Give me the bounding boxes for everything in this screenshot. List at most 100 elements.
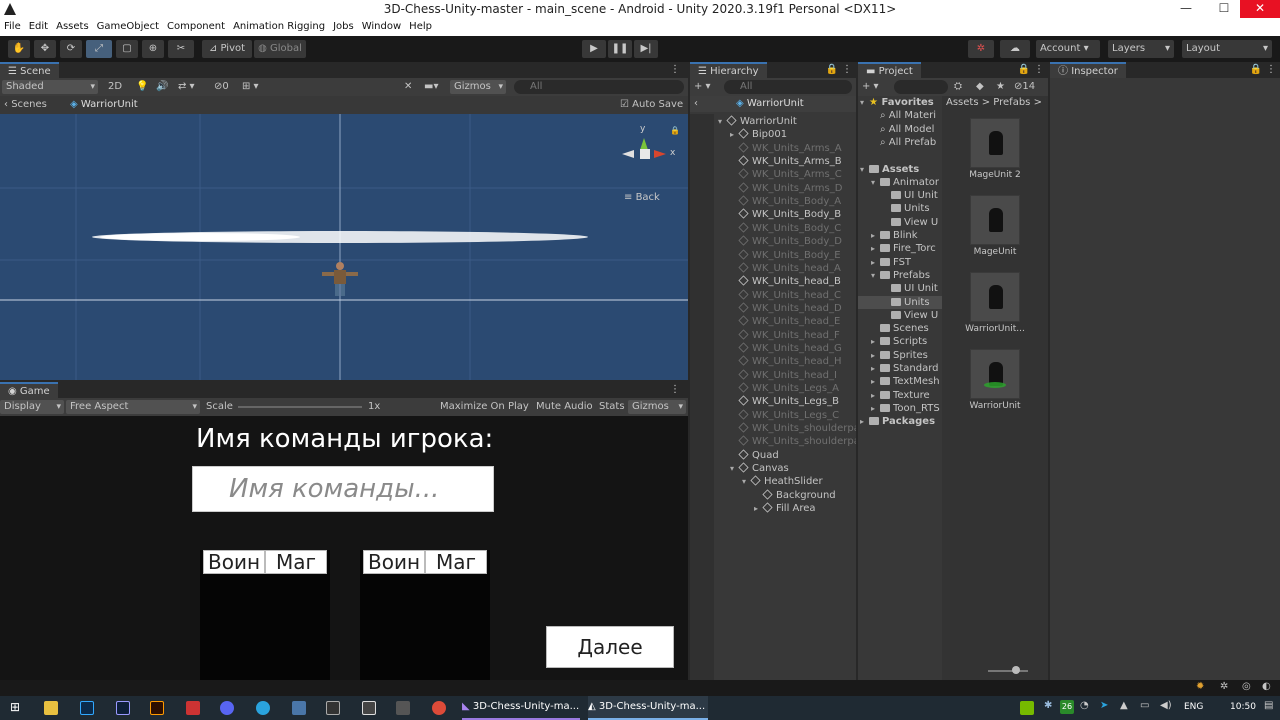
hand-tool-icon[interactable]: ✋ bbox=[8, 40, 30, 58]
pause-button[interactable]: ❚❚ bbox=[608, 40, 632, 58]
inspector-lock-icon[interactable]: 🔒 bbox=[1250, 62, 1262, 78]
project-folder-item[interactable]: Units bbox=[858, 295, 942, 309]
prefab-thumbnail[interactable] bbox=[970, 118, 1020, 168]
autosave-toggle[interactable]: ☑ Auto Save bbox=[620, 96, 683, 114]
hierarchy-item[interactable]: WK_Units_Body_B bbox=[730, 208, 856, 221]
expand-arrow-icon[interactable]: ▸ bbox=[730, 128, 739, 141]
warrior-button-right[interactable]: Воин bbox=[363, 550, 425, 574]
prefab-thumbnail[interactable] bbox=[970, 195, 1020, 245]
hierarchy-item[interactable]: WK_Units_Arms_B bbox=[730, 155, 856, 168]
gizmos-dropdown[interactable]: Gizmos bbox=[450, 80, 506, 94]
hierarchy-search-input[interactable]: All bbox=[724, 80, 852, 94]
display-dropdown[interactable]: Display 1 bbox=[0, 400, 64, 426]
hierarchy-item[interactable]: WK_Units_shoulderpa bbox=[730, 435, 856, 448]
calculator-icon[interactable] bbox=[362, 701, 376, 715]
project-folder-item[interactable]: ▸ TextMesh bbox=[871, 375, 942, 388]
lighting-icon[interactable]: 💡 bbox=[136, 78, 148, 96]
stats-toggle[interactable]: Stats bbox=[599, 398, 625, 416]
hierarchy-item[interactable]: Quad bbox=[730, 449, 856, 462]
debug-icon[interactable]: ✲ bbox=[1220, 681, 1228, 692]
hierarchy-item[interactable]: WK_Units_head_F bbox=[730, 329, 856, 342]
expand-arrow-icon[interactable]: ▸ bbox=[871, 362, 880, 375]
hierarchy-item[interactable]: Background bbox=[754, 489, 856, 502]
game-panel-menu-icon[interactable]: ⋮ bbox=[670, 382, 680, 398]
project-folder-item[interactable]: Units bbox=[882, 202, 942, 215]
grid-icon[interactable]: ⊞ ▾ bbox=[242, 78, 259, 96]
mage-button-right[interactable]: Маг bbox=[425, 550, 487, 574]
menu-help[interactable]: Help bbox=[405, 18, 436, 36]
game-gizmos-dropdown[interactable]: Gizmos bbox=[628, 400, 686, 414]
hierarchy-item[interactable]: WK_Units_Body_D bbox=[730, 235, 856, 248]
project-folder-item[interactable]: ▸ Sprites bbox=[871, 349, 942, 362]
step-button[interactable]: ▶| bbox=[634, 40, 658, 58]
scene-search-input[interactable]: All bbox=[514, 80, 684, 94]
project-folder-item[interactable]: ⌕ All Prefab bbox=[871, 136, 942, 149]
hierarchy-item[interactable]: WK_Units_Legs_C bbox=[730, 409, 856, 422]
expand-arrow-icon[interactable]: ▾ bbox=[742, 475, 751, 488]
start-icon[interactable]: ⊞ bbox=[10, 700, 20, 714]
app-icon-red[interactable] bbox=[186, 701, 200, 715]
hierarchy-item[interactable]: ▾ WarriorUnit bbox=[718, 115, 856, 128]
telegram-tray-icon[interactable]: ➤ bbox=[1100, 700, 1108, 711]
project-folder-item[interactable]: ▾ ★ Favorites bbox=[860, 96, 942, 109]
collab-icon[interactable]: ✲ bbox=[968, 40, 994, 58]
volume-icon[interactable]: ◀) bbox=[1160, 700, 1172, 711]
scale-slider[interactable] bbox=[238, 406, 362, 408]
hierarchy-lock-icon[interactable]: 🔒 bbox=[826, 62, 838, 78]
scene-viewport[interactable]: y x 🔒 ≡ Back bbox=[0, 114, 688, 380]
project-folder-item[interactable]: ▸ Fire_Torc bbox=[871, 242, 942, 255]
project-folder-item[interactable]: ▸ Scripts bbox=[871, 335, 942, 348]
2d-toggle[interactable]: 2D bbox=[108, 78, 122, 96]
clock[interactable]: 10:50 bbox=[1230, 702, 1256, 712]
headset-icon[interactable]: ◔ bbox=[1080, 700, 1089, 711]
menu-jobs[interactable]: Jobs bbox=[329, 18, 358, 36]
transform-tool-icon[interactable]: ⊕ bbox=[142, 40, 164, 58]
hidden-objects-toggle[interactable]: ⊘0 bbox=[214, 78, 229, 96]
wifi-icon[interactable]: ▲ bbox=[1120, 700, 1128, 711]
prefab-thumbnail[interactable] bbox=[970, 349, 1020, 399]
hierarchy-menu-icon[interactable]: ⋮ bbox=[842, 62, 852, 78]
mage-button-left[interactable]: Маг bbox=[265, 550, 327, 574]
hierarchy-item[interactable]: WK_Units_Legs_B bbox=[730, 395, 856, 408]
hierarchy-item[interactable]: WK_Units_head_B bbox=[730, 275, 856, 288]
hierarchy-item[interactable]: WK_Units_head_G bbox=[730, 342, 856, 355]
lock-icon[interactable]: 🔒 bbox=[670, 126, 680, 135]
next-button[interactable]: Далее bbox=[546, 626, 674, 668]
expand-arrow-icon[interactable]: ▸ bbox=[754, 502, 763, 515]
hierarchy-item[interactable]: WK_Units_Arms_C bbox=[730, 168, 856, 181]
layers-dropdown[interactable]: Layers ▾ bbox=[1108, 40, 1174, 58]
hierarchy-item[interactable]: WK_Units_head_H bbox=[730, 355, 856, 368]
close-icon[interactable]: ✕ bbox=[1240, 0, 1280, 18]
hierarchy-item[interactable]: WK_Units_shoulderpa bbox=[730, 422, 856, 435]
hierarchy-item[interactable]: ▾ Canvas bbox=[730, 462, 856, 475]
maximize-on-play-toggle[interactable]: Maximize On Play bbox=[440, 398, 529, 416]
hierarchy-add-button[interactable]: + ▾ bbox=[694, 78, 711, 96]
project-folder-item[interactable]: ⌕ All Model bbox=[871, 123, 942, 136]
menu-component[interactable]: Component bbox=[163, 18, 229, 36]
hierarchy-item[interactable]: WK_Units_Legs_A bbox=[730, 382, 856, 395]
minimize-icon[interactable]: — bbox=[1168, 0, 1204, 18]
project-folder-item[interactable]: ▾ Prefabs bbox=[871, 269, 942, 282]
thumbnail-slider-handle[interactable] bbox=[1012, 666, 1020, 674]
hierarchy-item[interactable]: WK_Units_head_C bbox=[730, 288, 856, 302]
scenes-breadcrumb[interactable]: ‹ Scenes bbox=[4, 96, 47, 114]
rotate-tool-icon[interactable]: ⟳ bbox=[60, 40, 82, 58]
mute-audio-toggle[interactable]: Mute Audio bbox=[536, 398, 593, 416]
global-toggle[interactable]: ◍ Global bbox=[254, 40, 306, 58]
project-menu-icon[interactable]: ⋮ bbox=[1034, 62, 1044, 78]
prefab-thumbnail[interactable] bbox=[970, 272, 1020, 322]
cloud-icon[interactable]: ☁ bbox=[1000, 40, 1030, 58]
tools-icon[interactable]: ✕ bbox=[404, 78, 412, 96]
illustrator-icon[interactable] bbox=[150, 701, 164, 715]
hidden-packages-toggle[interactable]: ⊘14 bbox=[1014, 78, 1035, 96]
tab-game[interactable]: ◉ Game bbox=[0, 382, 58, 398]
hierarchy-item[interactable]: WK_Units_Body_A bbox=[730, 195, 856, 208]
project-folder-item[interactable]: View U bbox=[882, 216, 942, 229]
hierarchy-item[interactable]: WK_Units_Arms_D bbox=[730, 182, 856, 195]
expand-arrow-icon[interactable]: ▾ bbox=[730, 462, 739, 475]
hierarchy-item[interactable]: ▸ Fill Area bbox=[754, 502, 856, 515]
project-folder-item[interactable]: ▸ Toon_RTS bbox=[871, 402, 942, 415]
notifications-icon[interactable]: ▤ bbox=[1264, 700, 1273, 711]
orientation-gizmo[interactable]: y x 🔒 bbox=[618, 124, 682, 184]
project-lock-icon[interactable]: 🔒 bbox=[1018, 62, 1030, 78]
